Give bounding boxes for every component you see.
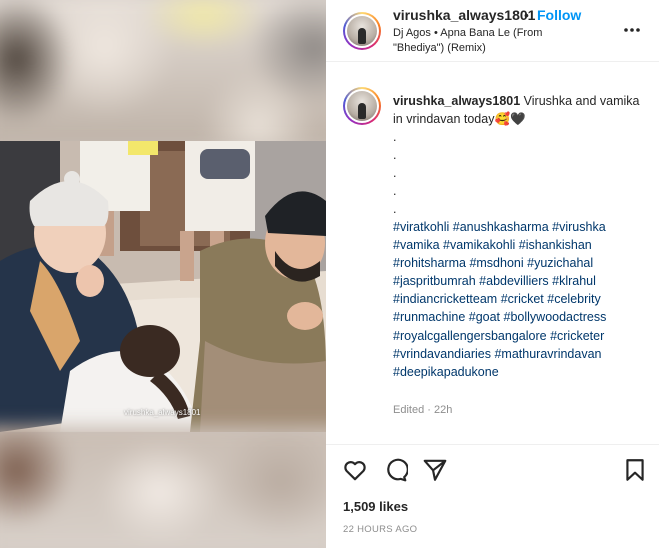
more-horizontal-icon[interactable] bbox=[622, 22, 642, 38]
post-timestamp: 22 HOURS AGO bbox=[343, 524, 418, 535]
hashtag-link[interactable]: #virushka bbox=[552, 220, 606, 234]
caption-avatar[interactable] bbox=[343, 87, 381, 125]
caption-body: Virushka and vamika in vrindavan today🥰🖤… bbox=[393, 94, 640, 216]
hashtag-link[interactable]: #bollywoodactress bbox=[504, 310, 607, 324]
hashtag-link[interactable]: #deepikapadukone bbox=[393, 365, 499, 379]
photo-illustration bbox=[0, 141, 326, 432]
media-watermark: virushka_always1801 bbox=[124, 408, 201, 417]
header-separator: • bbox=[524, 7, 529, 23]
heart-icon[interactable] bbox=[342, 457, 368, 483]
hashtag-link[interactable]: #indiancricketteam bbox=[393, 292, 497, 306]
post-header: virushka_always1801 • Follow Dj Agos • A… bbox=[326, 0, 659, 62]
hashtag-link[interactable]: #cricketer bbox=[550, 329, 604, 343]
hashtag-link[interactable]: #runmachine bbox=[393, 310, 465, 324]
hashtag-link[interactable]: #jaspritbumrah bbox=[393, 274, 476, 288]
hashtag-link[interactable]: #anushkasharma bbox=[453, 220, 549, 234]
hashtag-link[interactable]: #goat bbox=[469, 310, 500, 324]
hashtag-link[interactable]: #cricket bbox=[501, 292, 544, 306]
post-media[interactable]: virushka_always1801 bbox=[0, 0, 326, 548]
hashtag-link[interactable]: #vamika bbox=[393, 238, 440, 252]
hashtag-link[interactable]: #rohitsharma bbox=[393, 256, 466, 270]
hashtag-link[interactable]: #ishankishan bbox=[519, 238, 592, 252]
audio-link[interactable]: Dj Agos • Apna Bana Le (From "Bhediya") … bbox=[393, 26, 593, 56]
action-bar: 1,509 likes 22 HOURS AGO bbox=[326, 444, 659, 548]
caption-meta: Edited · 22h bbox=[393, 404, 453, 416]
hashtag-link[interactable]: #klrahul bbox=[552, 274, 596, 288]
hashtag-link[interactable]: #viratkohli bbox=[393, 220, 449, 234]
media-blur-bottom bbox=[0, 426, 326, 548]
caption-username[interactable]: virushka_always1801 bbox=[393, 94, 520, 108]
hashtag-link[interactable]: #mathuravrindavan bbox=[494, 347, 601, 361]
hashtag-link[interactable]: #celebrity bbox=[547, 292, 601, 306]
post-panel: virushka_always1801 • Follow Dj Agos • A… bbox=[326, 0, 659, 548]
avatar[interactable] bbox=[343, 12, 381, 50]
hashtag-link[interactable]: #abdevilliers bbox=[479, 274, 548, 288]
likes-count[interactable]: 1,509 likes bbox=[343, 499, 408, 514]
hashtag-link[interactable]: #yuzichahal bbox=[527, 256, 593, 270]
hashtag-list: #viratkohli #anushkasharma #virushka #va… bbox=[393, 218, 648, 381]
hashtag-link[interactable]: #vamikakohli bbox=[443, 238, 515, 252]
caption-section: virushka_always1801 Virushka and vamika … bbox=[326, 74, 659, 444]
post-photo[interactable] bbox=[0, 141, 326, 432]
hashtag-link[interactable]: #vrindavandiaries bbox=[393, 347, 491, 361]
send-icon[interactable] bbox=[422, 457, 448, 483]
comment-icon[interactable] bbox=[382, 457, 408, 483]
bookmark-icon[interactable] bbox=[622, 457, 648, 483]
hashtag-link[interactable]: #royalcgallengersbangalore bbox=[393, 329, 547, 343]
caption-text: virushka_always1801 Virushka and vamika … bbox=[393, 92, 643, 218]
header-username[interactable]: virushka_always1801 bbox=[393, 7, 535, 23]
media-blur-top bbox=[0, 0, 326, 149]
follow-button[interactable]: Follow bbox=[537, 7, 581, 23]
hashtag-link[interactable]: #msdhoni bbox=[469, 256, 523, 270]
